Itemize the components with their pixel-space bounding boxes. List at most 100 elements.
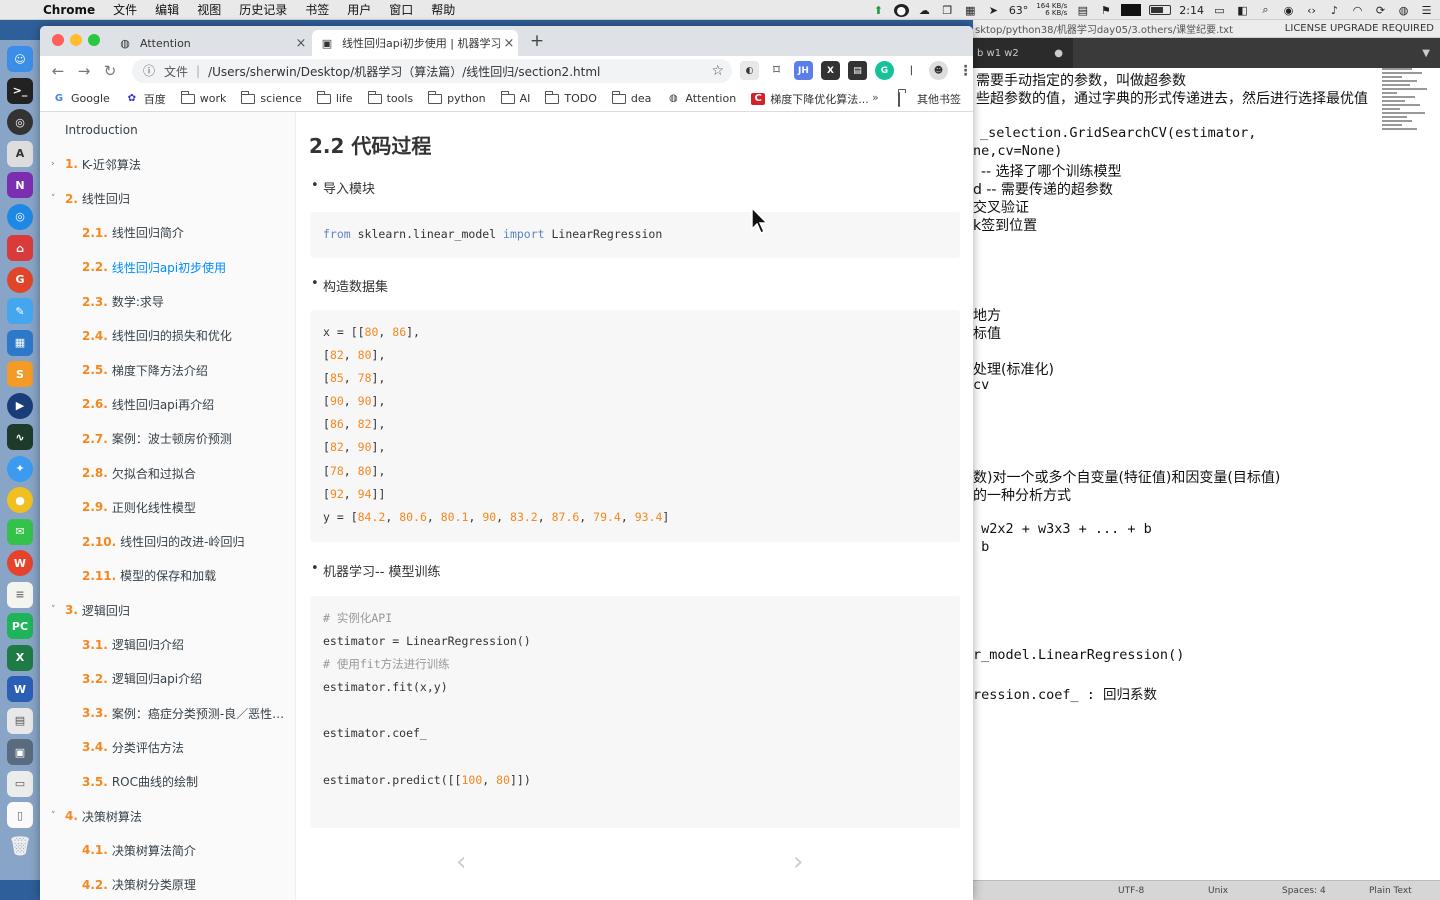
- license-notice[interactable]: LICENSE UPGRADE REQUIRED: [1285, 23, 1434, 34]
- toc-item[interactable]: 3.3.案例：癌症分类预测-良／恶性乳腺癌肿瘤预测: [40, 703, 295, 723]
- window-app-icon[interactable]: ▭: [7, 770, 33, 797]
- bookmark-python[interactable]: python: [428, 90, 486, 105]
- dropdown-arrow-icon[interactable]: ▼: [1422, 48, 1430, 59]
- close-tab-icon[interactable]: ×: [500, 36, 518, 51]
- line-endings-status[interactable]: Unix: [1208, 886, 1228, 896]
- chevron-down-icon[interactable]: ˅: [51, 811, 56, 821]
- remote-desktop-icon[interactable]: ⌂: [7, 235, 33, 261]
- bookmarks-overflow-button[interactable]: »: [872, 91, 879, 104]
- sublime-icon[interactable]: S: [7, 361, 33, 387]
- toc-item[interactable]: 4.2. 决策树分类原理: [40, 875, 295, 895]
- toc-item[interactable]: 4.1. 决策树算法简介: [40, 840, 295, 860]
- volume-icon[interactable]: ♪: [1327, 4, 1342, 17]
- temperature-text[interactable]: 63°: [1009, 4, 1029, 17]
- bookmark-work[interactable]: work: [180, 90, 226, 105]
- close-window-button[interactable]: [52, 34, 64, 46]
- tab-linear-regression[interactable]: ▣ 线性回归api初步使用 | 机器学习 ×: [312, 30, 518, 56]
- finder-icon[interactable]: ☺: [7, 46, 33, 72]
- grammarly-extension-icon[interactable]: G: [875, 61, 894, 80]
- info-icon[interactable]: ⓘ: [140, 62, 158, 80]
- chrome-dock-icon[interactable]: ●: [7, 487, 33, 513]
- upload-arrow-icon[interactable]: ⬆: [871, 4, 886, 17]
- toc-item[interactable]: 2.9. 正则化线性模型: [40, 497, 295, 517]
- toc-item[interactable]: 2.10. 线性回归的改进-岭回归: [40, 532, 295, 552]
- bookmark-ai[interactable]: AI: [500, 90, 530, 105]
- monitor-graph-icon[interactable]: [1121, 4, 1142, 16]
- obs-icon[interactable]: ◎: [7, 109, 33, 135]
- minimize-window-button[interactable]: [70, 34, 82, 46]
- menu-people[interactable]: 用户: [338, 1, 380, 18]
- code-icon[interactable]: ‹›: [1304, 4, 1319, 17]
- forward-button[interactable]: →: [71, 58, 97, 84]
- layout-icon[interactable]: ◧: [1235, 4, 1250, 17]
- clock-text[interactable]: 2:14: [1179, 4, 1204, 17]
- jh-extension-icon[interactable]: JH: [794, 61, 813, 80]
- bookmark-baidu[interactable]: ✿ 百度: [125, 91, 166, 107]
- wifi-icon[interactable]: ◠: [1350, 4, 1365, 17]
- font-book-icon[interactable]: A: [7, 140, 33, 167]
- spotlight-icon[interactable]: ⌕: [1258, 3, 1273, 17]
- reload-button[interactable]: ↻: [97, 58, 123, 84]
- control-center-icon[interactable]: ☰: [1419, 4, 1434, 17]
- pycharm-icon[interactable]: PC: [7, 613, 33, 639]
- doc-icon[interactable]: ▤: [1075, 4, 1090, 17]
- chevron-down-icon[interactable]: ˅: [51, 605, 56, 615]
- code-block-dataset[interactable]: x = [[80, 86], [82, 80], [85, 78], [90, 90]…: [310, 310, 960, 542]
- grid-icon[interactable]: ▦: [963, 4, 978, 17]
- wechat-icon[interactable]: ✉: [7, 518, 33, 545]
- toc-item[interactable]: ˅ 4. 决策树算法: [40, 806, 295, 826]
- other-bookmarks[interactable]: 其他书签: [898, 86, 961, 112]
- toc-item[interactable]: Introduction: [40, 120, 295, 140]
- translate-extension-icon[interactable]: ◐: [740, 61, 759, 80]
- notes-icon[interactable]: ≡: [7, 581, 33, 608]
- excel-icon[interactable]: X: [7, 644, 33, 671]
- close-tab-icon[interactable]: ×: [292, 36, 310, 51]
- x-extension-icon[interactable]: X: [821, 61, 840, 80]
- encoding-status[interactable]: UTF-8: [1118, 886, 1144, 896]
- bookmark-life[interactable]: life: [316, 90, 353, 105]
- cloud-icon[interactable]: ☁: [917, 4, 932, 17]
- screenshot-icon[interactable]: ▣: [7, 739, 33, 765]
- toc-item[interactable]: 2.2. 线性回归api初步使用: [40, 257, 295, 277]
- toc-item[interactable]: 2.6. 线性回归api再介绍: [40, 394, 295, 414]
- toc-item[interactable]: 3.1. 逻辑回归介绍: [40, 635, 295, 655]
- terminal-icon[interactable]: >_: [7, 77, 33, 104]
- bookmark-dea[interactable]: dea: [611, 90, 651, 105]
- toc-item[interactable]: 2.3. 数学:求导: [40, 292, 295, 312]
- weibo-icon[interactable]: W: [7, 550, 33, 576]
- menu-app[interactable]: Chrome: [34, 3, 104, 17]
- next-page-button[interactable]: ›: [793, 847, 803, 877]
- menu-file[interactable]: 文件: [104, 1, 146, 18]
- grammarly-app-icon[interactable]: G: [7, 266, 33, 293]
- bookmark-attention[interactable]: ◍ Attention: [666, 92, 736, 105]
- toc-item[interactable]: 3.4. 分类评估方法: [40, 737, 295, 757]
- toc-item[interactable]: 2.8. 欠拟合和过拟合: [40, 463, 295, 483]
- toc-item[interactable]: 2.7. 案例：波士顿房价预测: [40, 429, 295, 449]
- back-button[interactable]: ←: [45, 58, 71, 84]
- url-text[interactable]: /Users/sherwin/Desktop/机器学习（算法篇）/线性回归/se…: [208, 63, 600, 80]
- preview-icon[interactable]: ▤: [7, 707, 33, 734]
- activity-monitor-icon[interactable]: ∿: [7, 424, 33, 450]
- tab-dot-icon[interactable]: ●: [1054, 48, 1063, 59]
- bookmark-science[interactable]: science: [241, 90, 302, 105]
- bookmark-google[interactable]: G Google: [52, 92, 110, 105]
- toc-item[interactable]: ˅ 3. 逻辑回归: [40, 600, 295, 620]
- toc-item[interactable]: 3.5. ROC曲线的绘制: [40, 772, 295, 792]
- document-icon[interactable]: ▯: [7, 802, 33, 828]
- onenote-icon[interactable]: N: [7, 172, 33, 198]
- tab-attention[interactable]: ◍ Attention ×: [110, 30, 310, 56]
- editor-tab[interactable]: b w1 w2 ●: [973, 38, 1073, 68]
- bookmark-gradient-descent[interactable]: C 梯度下降优化算法...: [751, 91, 869, 107]
- bookmark-star-icon[interactable]: ☆: [711, 63, 724, 79]
- bookmark-extension-icon[interactable]: ⌑: [767, 61, 786, 80]
- menu-history[interactable]: 历史记录: [230, 1, 296, 18]
- code-block-training[interactable]: # 实例化API estimator = LinearRegression() # …: [310, 596, 960, 828]
- siri-icon[interactable]: ◉: [1281, 4, 1296, 17]
- store-extension-icon[interactable]: ▤: [848, 61, 867, 80]
- vm-icon[interactable]: ▦: [7, 329, 33, 356]
- flag-icon[interactable]: ⚑: [1098, 4, 1113, 17]
- trash-icon[interactable]: 🗑: [7, 834, 33, 860]
- toc-item[interactable]: 2.5. 梯度下降方法介绍: [40, 360, 295, 380]
- network-speed[interactable]: 164 KB/s 6 KB/s: [1036, 3, 1067, 17]
- toc-item[interactable]: 2.11. 模型的保存和加载: [40, 566, 295, 586]
